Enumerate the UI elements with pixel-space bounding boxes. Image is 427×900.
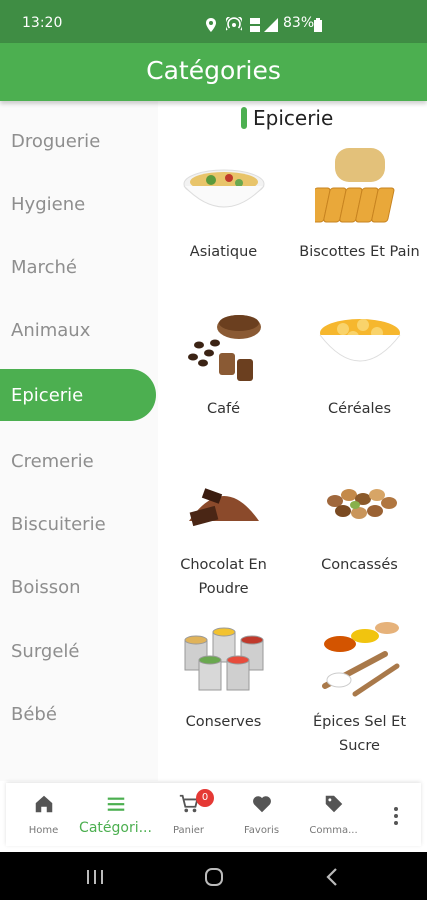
battery-percent: 83% bbox=[283, 15, 315, 31]
cart-badge: 0 bbox=[196, 789, 214, 807]
sidebar-item-label: Epicerie bbox=[11, 384, 84, 406]
bottom-navigation: Home Catégori... 0 Panier Favoris Comma.… bbox=[6, 783, 421, 846]
section-header: Epicerie bbox=[241, 106, 333, 130]
category-label: Concassés bbox=[321, 557, 398, 573]
signal-icon bbox=[264, 18, 278, 32]
category-label: Asiatique bbox=[189, 244, 258, 260]
sidebar-item-animaux[interactable]: Animaux bbox=[0, 304, 156, 356]
category-card-cafe[interactable]: Café bbox=[156, 305, 291, 421]
sidebar-item-label: Hygiene bbox=[11, 193, 86, 215]
more-vert-icon[interactable] bbox=[386, 801, 406, 831]
location-icon bbox=[206, 18, 216, 32]
section-accent-bar bbox=[241, 107, 247, 129]
rusks-bread-image bbox=[314, 148, 394, 223]
nav-label: Catégori... bbox=[79, 820, 152, 836]
sidebar-item-label: Marché bbox=[11, 256, 77, 278]
category-sidebar: Droguerie Hygiene Marché Animaux Epiceri… bbox=[0, 101, 158, 781]
sidebar-item-label: Bébé bbox=[11, 703, 57, 725]
category-label: Biscottes Et Pain bbox=[299, 244, 420, 260]
sidebar-item-surgele[interactable]: Surgelé bbox=[0, 625, 156, 677]
sidebar-item-label: Biscuiterie bbox=[11, 513, 106, 535]
status-time: 13:20 bbox=[22, 15, 63, 31]
sidebar-item-label: Cremerie bbox=[11, 450, 94, 472]
category-card-biscottes[interactable]: Biscottes Et Pain bbox=[292, 148, 427, 264]
recent-apps-icon[interactable] bbox=[84, 866, 106, 888]
hotspot-icon bbox=[226, 17, 242, 31]
category-card-concasses[interactable]: Concassés bbox=[292, 461, 427, 577]
category-card-chocolat[interactable]: Chocolat En Poudre bbox=[156, 461, 291, 601]
coffee-image bbox=[187, 315, 261, 381]
nav-label: Panier bbox=[172, 825, 205, 836]
sidebar-item-hygiene[interactable]: Hygiene bbox=[0, 178, 156, 230]
sidebar-item-boisson[interactable]: Boisson bbox=[0, 561, 156, 613]
sidebar-item-label: Boisson bbox=[11, 576, 81, 598]
battery-icon bbox=[314, 18, 322, 32]
nuts-image bbox=[326, 489, 397, 519]
app-bar: Catégories bbox=[0, 43, 427, 101]
sidebar-item-cremerie[interactable]: Cremerie bbox=[0, 435, 156, 487]
nav-favorites[interactable]: Favoris bbox=[224, 783, 299, 846]
nav-label: Favoris bbox=[243, 825, 280, 836]
category-card-conserves[interactable]: Conserves bbox=[156, 618, 291, 734]
sidebar-item-label: Surgelé bbox=[11, 640, 80, 662]
nav-label: Home bbox=[28, 825, 59, 836]
section-title: Epicerie bbox=[253, 106, 334, 130]
sidebar-item-label: Droguerie bbox=[11, 130, 101, 152]
sidebar-item-biscuiterie[interactable]: Biscuiterie bbox=[0, 498, 156, 550]
nav-home[interactable]: Home bbox=[6, 783, 81, 846]
sidebar-item-marche[interactable]: Marché bbox=[0, 241, 156, 293]
page-title: Catégories bbox=[146, 56, 281, 85]
category-label: Céréales bbox=[328, 401, 391, 417]
system-navigation-bar bbox=[0, 852, 427, 900]
home-circle-icon[interactable] bbox=[203, 866, 225, 888]
category-card-cereales[interactable]: Céréales bbox=[292, 305, 427, 421]
sidebar-item-droguerie[interactable]: Droguerie bbox=[0, 115, 156, 167]
category-label: Conserves bbox=[185, 714, 262, 730]
status-bar: 13:20 83% bbox=[0, 0, 427, 43]
noodle-bowl-image bbox=[183, 169, 264, 208]
nav-categories[interactable]: Catégori... bbox=[78, 783, 153, 846]
spices-image bbox=[321, 622, 399, 697]
nav-cart[interactable]: 0 Panier bbox=[151, 783, 226, 846]
sidebar-item-epicerie[interactable]: Epicerie bbox=[0, 369, 156, 421]
cereal-bowl-image bbox=[319, 319, 400, 362]
cans-image bbox=[184, 627, 263, 691]
heart-icon bbox=[252, 796, 271, 813]
category-label: Épices Sel Et Sucre bbox=[312, 714, 407, 754]
category-card-epices[interactable]: Épices Sel Et Sucre bbox=[292, 618, 427, 758]
home-icon bbox=[35, 795, 52, 813]
category-label: Chocolat En Poudre bbox=[180, 557, 267, 597]
cocoa-powder-image bbox=[188, 488, 259, 527]
sidebar-item-label: Animaux bbox=[11, 319, 91, 341]
volte-icon bbox=[250, 18, 260, 32]
category-card-asiatique[interactable]: Asiatique bbox=[156, 148, 291, 264]
back-icon[interactable] bbox=[322, 866, 344, 888]
nav-label: Comma... bbox=[309, 825, 358, 836]
tag-icon bbox=[325, 795, 342, 813]
menu-icon bbox=[107, 797, 124, 811]
category-label: Café bbox=[206, 401, 241, 417]
nav-orders[interactable]: Comma... bbox=[296, 783, 371, 846]
sidebar-item-bebe[interactable]: Bébé bbox=[0, 688, 156, 740]
